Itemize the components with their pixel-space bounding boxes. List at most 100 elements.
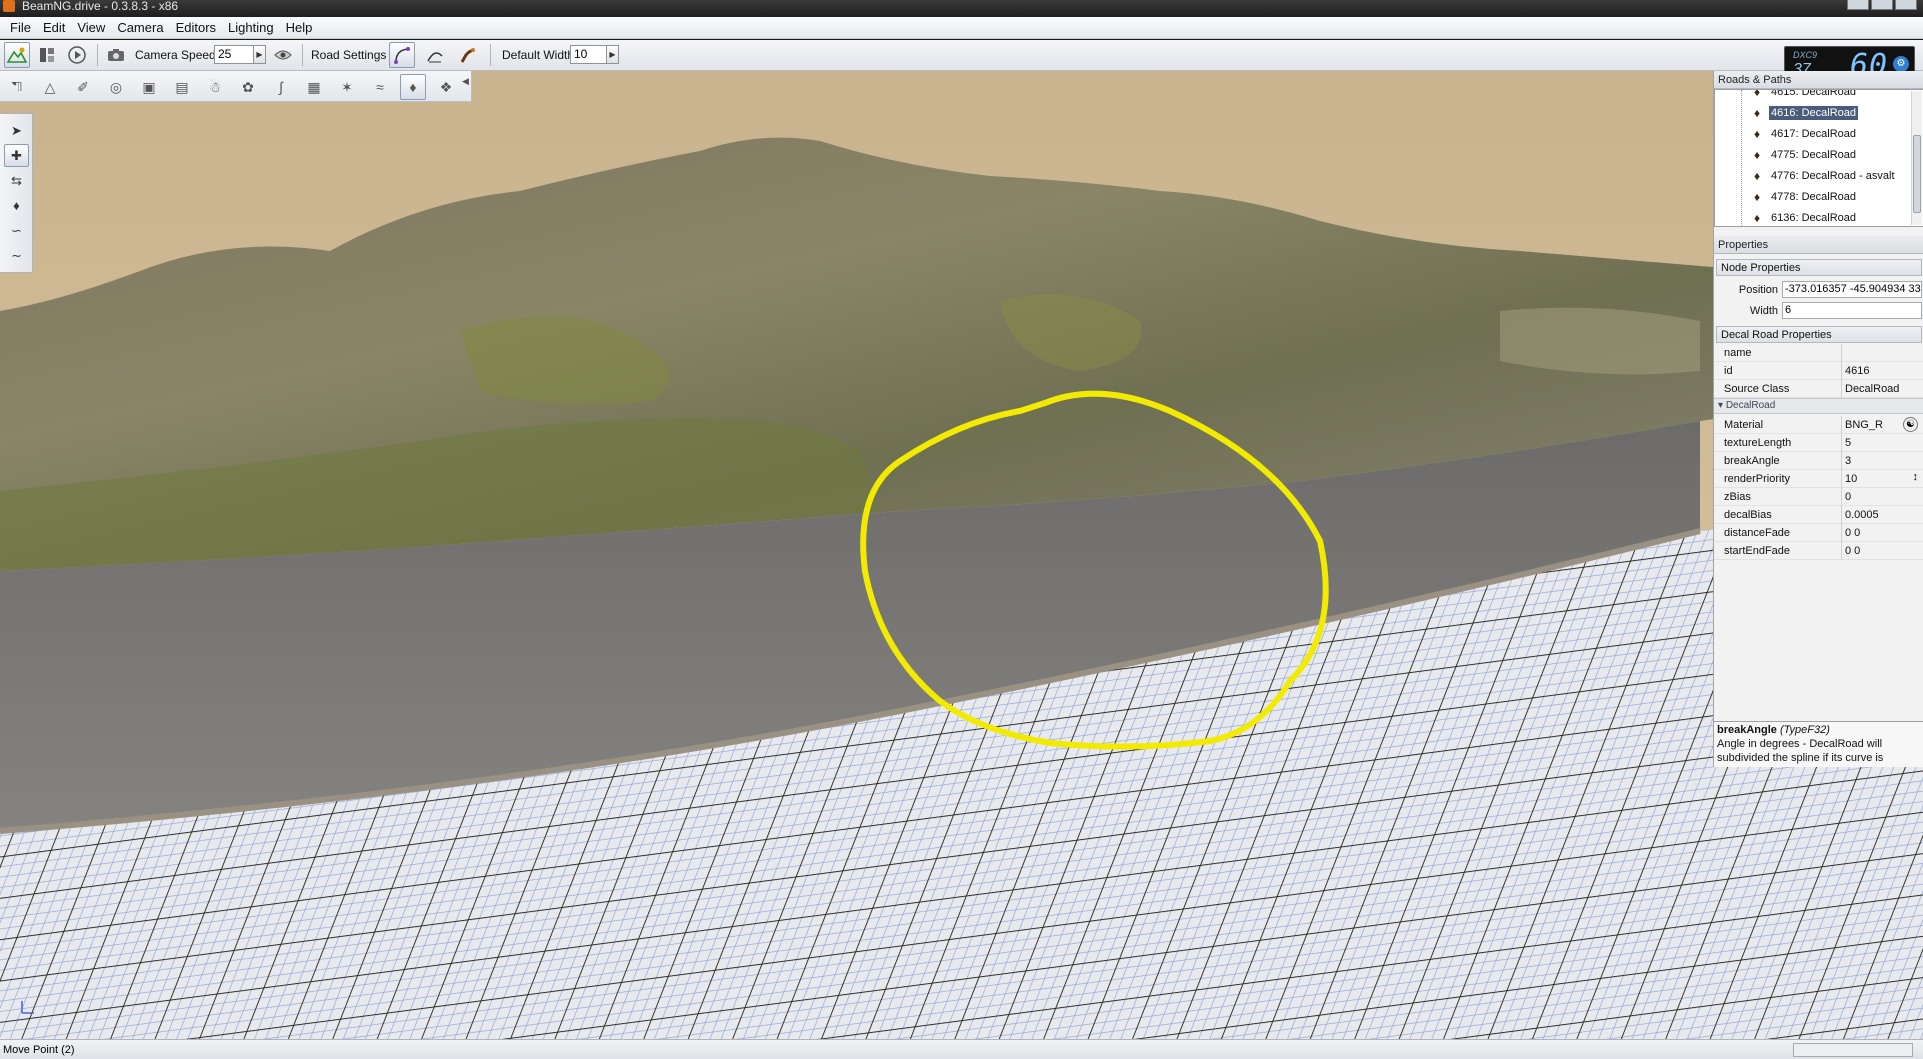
prop-divider — [1841, 380, 1842, 398]
menu-camera[interactable]: Camera — [111, 20, 169, 35]
decal-editor-button[interactable]: ☃ — [202, 74, 228, 100]
menu-editors[interactable]: Editors — [170, 20, 222, 35]
prop-id-row[interactable]: id 4616 — [1714, 362, 1923, 380]
road-select-mode-button[interactable] — [389, 42, 415, 68]
prop-zbias-row[interactable]: zBias 0 — [1714, 488, 1923, 506]
sketch-tool-button[interactable]: ▣ — [136, 74, 162, 100]
chevron-left-icon: ◀ — [462, 76, 469, 86]
prop-label: decalBias — [1724, 509, 1772, 521]
position-field[interactable]: -373.016357 -45.904934 33. — [1782, 281, 1922, 298]
world-editor-button[interactable] — [4, 42, 30, 68]
tree-scrollbar[interactable] — [1911, 91, 1922, 225]
tree-item-road[interactable]: ♦ 4776: DecalRoad - asvalt — [1750, 166, 1897, 186]
menu-view[interactable]: View — [71, 20, 111, 35]
scene-render — [0, 71, 1923, 1039]
chevron-down-icon: ▾ — [1718, 400, 1724, 411]
default-width-arrow[interactable]: ▶ — [606, 45, 619, 64]
globe-icon[interactable]: ☯ — [1903, 417, 1918, 432]
decal-road-icon: ♦ — [1753, 127, 1761, 141]
scale-point-tool-button[interactable]: ⇆ — [4, 169, 29, 192]
tree-item-road[interactable]: ♦ 4617: DecalRoad — [1750, 124, 1858, 144]
material-editor-button[interactable]: ◎ — [103, 74, 129, 100]
tree-item-road[interactable]: ♦ 4778: DecalRoad — [1750, 187, 1858, 207]
terrain-painter-button[interactable]: ✐ — [70, 74, 96, 100]
decal-road-icon: ♦ — [1753, 148, 1761, 162]
add-road-tool-button[interactable]: ♦ — [4, 194, 29, 217]
menu-help[interactable]: Help — [280, 20, 319, 35]
add-road-icon: ♦ — [13, 198, 20, 213]
gui-editor-button[interactable] — [34, 42, 60, 68]
prop-label: zBias — [1724, 491, 1751, 503]
prop-start-end-fade-row[interactable]: startEndFade 0 0 — [1714, 542, 1923, 560]
remove-point-tool-button[interactable]: ∼ — [4, 244, 29, 267]
spinner-icon[interactable]: ↕ — [1913, 471, 1919, 483]
remove-point-icon: ∼ — [11, 247, 22, 263]
prop-source-class-row[interactable]: Source Class DecalRoad — [1714, 380, 1923, 398]
decal-road-icon: ♦ — [409, 79, 417, 95]
prop-material-row[interactable]: Material BNG_R ☯ — [1714, 416, 1923, 434]
main-toolbar: Camera Speed 25 ▶ Road Settings Default … — [0, 40, 1923, 71]
menu-file[interactable]: File — [4, 20, 37, 35]
camera-speed-arrow[interactable]: ▶ — [253, 45, 266, 64]
camera-button[interactable] — [103, 42, 129, 68]
3d-viewport[interactable] — [0, 71, 1923, 1039]
visibility-button[interactable] — [270, 42, 296, 68]
datablock-editor-button[interactable]: ▤ — [169, 74, 195, 100]
tree-item-road[interactable]: ♦ 4615: DecalRoad — [1750, 89, 1858, 102]
shape-editor-button[interactable]: ❖ — [433, 74, 459, 100]
tree-item-road[interactable]: ♦ 6136: DecalRoad — [1750, 208, 1858, 226]
tree-item-road[interactable]: ♦ 4775: DecalRoad — [1750, 145, 1858, 165]
play-game-button[interactable] — [64, 42, 90, 68]
mesh-road-editor-button[interactable]: ∫ — [268, 74, 294, 100]
prop-label: textureLength — [1724, 437, 1792, 449]
camera-icon — [108, 49, 124, 61]
decalroad-group-header[interactable]: ▾ DecalRoad — [1714, 398, 1923, 414]
toolbar-collapse[interactable]: ◀ — [462, 76, 470, 96]
camera-speed-input[interactable]: 25 — [214, 45, 255, 64]
object-editor-button[interactable]: ⛠ — [4, 74, 30, 100]
prop-decal-bias-row[interactable]: decalBias 0.0005 — [1714, 506, 1923, 524]
road-add-mode-button[interactable] — [422, 42, 448, 68]
decal-road-editor-button[interactable]: ♦ — [400, 74, 426, 100]
default-width-input[interactable]: 10 — [570, 45, 608, 64]
minimize-button[interactable] — [1847, 0, 1869, 10]
close-button[interactable] — [1895, 0, 1917, 10]
chevron-right-icon: ▶ — [256, 50, 263, 59]
particle-editor-button[interactable]: ✶ — [334, 74, 360, 100]
decal-road-icon: ♦ — [1753, 211, 1761, 225]
menu-edit[interactable]: Edit — [37, 20, 71, 35]
gear-icon[interactable]: ⚙ — [1893, 56, 1909, 72]
terrain-editor-button[interactable]: △ — [37, 74, 63, 100]
prop-render-priority-row[interactable]: renderPriority 10 ↕ — [1714, 470, 1923, 488]
insert-point-tool-button[interactable]: ∽ — [4, 219, 29, 242]
navmesh-editor-button[interactable]: ▦ — [301, 74, 327, 100]
prop-break-angle-row[interactable]: breakAngle 3 — [1714, 452, 1923, 470]
road-tool-palette: ➤ ✚ ⇆ ♦ ∽ ∼ — [0, 113, 33, 273]
status-bar: Move Point (2) — [0, 1039, 1923, 1059]
maximize-button[interactable] — [1871, 0, 1893, 10]
prop-divider — [1841, 344, 1842, 362]
forest-editor-button[interactable]: ✿ — [235, 74, 261, 100]
particle-icon: ✶ — [341, 78, 353, 95]
tree-scrollbar-thumb[interactable] — [1913, 135, 1921, 213]
tree-item-label: 6136: DecalRoad — [1771, 212, 1857, 224]
decal-icon: ☃ — [208, 78, 222, 95]
width-field[interactable]: 6 — [1782, 302, 1922, 319]
mesh-road-icon: ∫ — [279, 79, 283, 95]
move-point-tool-button[interactable]: ✚ — [4, 144, 29, 167]
terrain-icon: △ — [44, 78, 56, 95]
tree-item-road-selected[interactable]: ♦ 4616: DecalRoad — [1750, 103, 1859, 123]
prop-name-row[interactable]: name — [1714, 344, 1923, 362]
prop-divider — [1841, 470, 1842, 488]
prop-distance-fade-row[interactable]: distanceFade 0 0 — [1714, 524, 1923, 542]
roads-tree[interactable]: ♦ 4615: DecalRoad ♦ 4616: DecalRoad ♦ 4617:… — [1714, 89, 1923, 227]
prop-texture-length-row[interactable]: textureLength 5 — [1714, 434, 1923, 452]
road-node-mode-button[interactable] — [455, 42, 481, 68]
select-tool-button[interactable]: ➤ — [4, 119, 29, 142]
menu-lighting[interactable]: Lighting — [222, 20, 280, 35]
road-curve-icon — [394, 47, 410, 64]
prop-divider — [1841, 416, 1842, 434]
river-editor-button[interactable]: ≈ — [367, 74, 393, 100]
tree-item-label: 4615: DecalRoad — [1771, 89, 1857, 98]
prop-label: breakAngle — [1724, 455, 1780, 467]
